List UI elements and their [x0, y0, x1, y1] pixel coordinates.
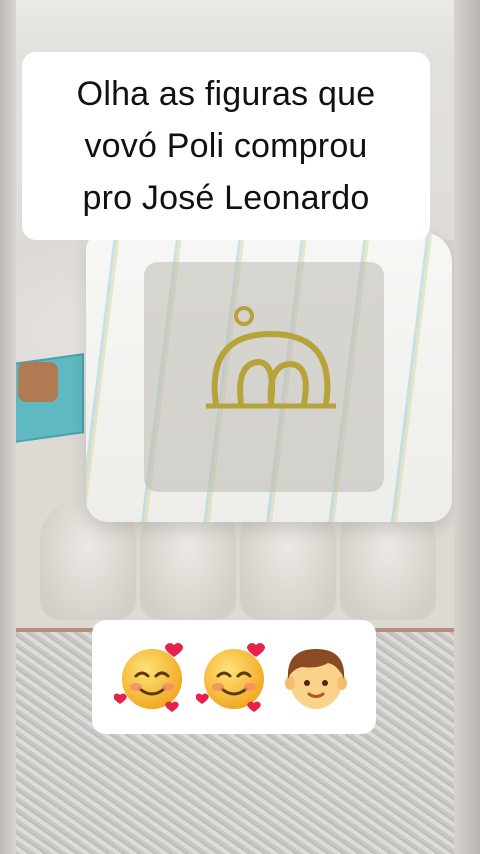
photo-scene: Olha as figuras que vovó Poli comprou pr…: [0, 0, 480, 854]
blurred-edge-right: [454, 0, 480, 854]
plastic-shopping-bag: [86, 232, 452, 522]
smiling-face-with-hearts-icon: [196, 643, 265, 712]
emoji-caption-box: [92, 620, 376, 734]
smiling-face-with-hearts-icon: [114, 643, 183, 712]
bag-logo-icon: [206, 306, 336, 409]
blurred-edge-left: [0, 0, 16, 854]
caption-box: Olha as figuras que vovó Poli comprou pr…: [22, 52, 430, 240]
boy-face-icon: [285, 649, 347, 709]
caption-text: Olha as figuras que vovó Poli comprou pr…: [76, 75, 376, 217]
box-contents: [18, 362, 58, 402]
blurred-background-top: [0, 0, 480, 60]
